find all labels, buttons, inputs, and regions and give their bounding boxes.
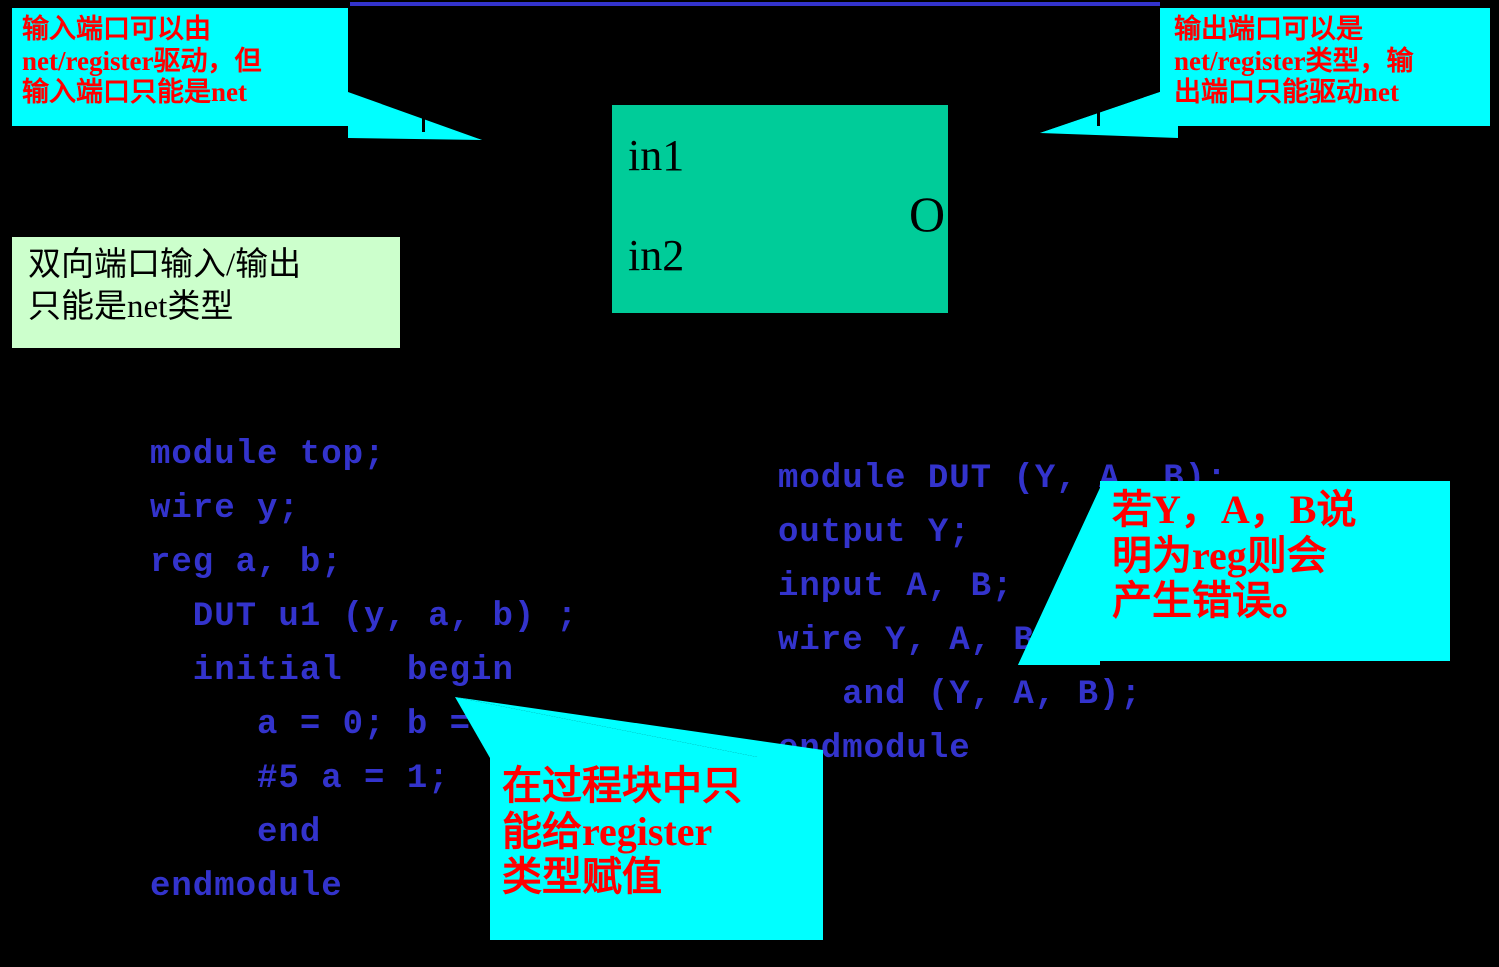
slide-canvas: in1 in2 O 输入端口可以由 net/register驱动，但 输入端口只… bbox=[0, 0, 1499, 967]
callout-input-port: 输入端口可以由 net/register驱动，但 输入端口只能是net bbox=[12, 8, 348, 126]
callout-reg-error: 若Y，A，B说 明为reg则会 产生错误。 bbox=[1100, 481, 1450, 661]
module-diagram-box: in1 in2 O bbox=[612, 105, 948, 313]
port-label-out: O bbox=[909, 186, 946, 242]
callout-output-port: 输出端口可以是 net/register类型，输 出端口只能驱动net bbox=[1160, 8, 1490, 126]
port-label-in2: in2 bbox=[628, 231, 685, 280]
port-label-in1: in1 bbox=[628, 131, 685, 180]
callout-procedural-assign: 在过程块中只 能给register 类型赋值 bbox=[490, 757, 823, 940]
note-inout-port: 双向端口输入/输出 只能是net类型 bbox=[12, 237, 400, 348]
